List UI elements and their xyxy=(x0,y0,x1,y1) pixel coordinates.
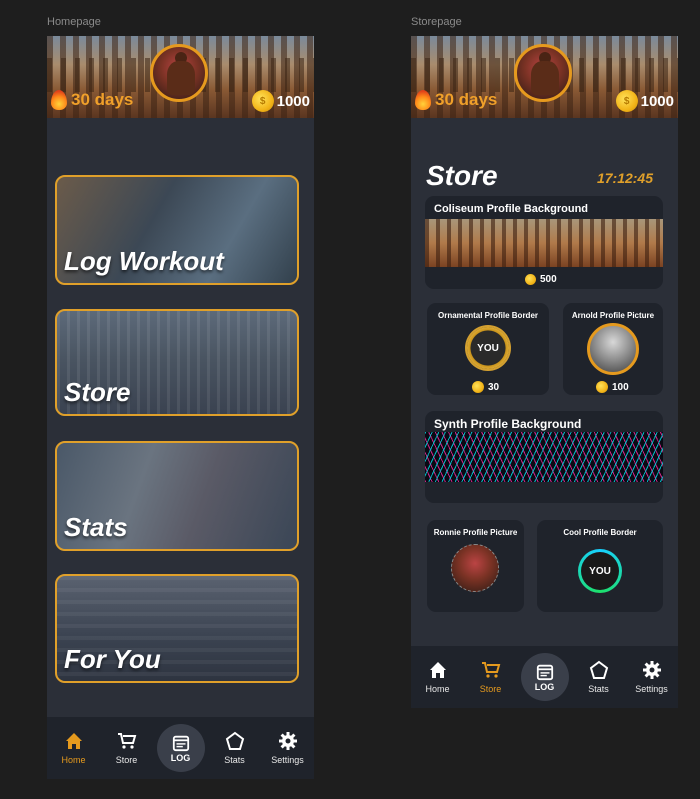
tile-label: Stats xyxy=(64,512,128,542)
log-workout-tile[interactable]: Log Workout xyxy=(55,175,299,285)
tile-label: For You xyxy=(64,644,161,674)
store-item-synth-background[interactable]: Synth Profile Background xyxy=(425,411,663,503)
nav-stats[interactable]: Stats xyxy=(212,731,258,765)
item-price: 500 xyxy=(525,274,557,285)
gear-icon xyxy=(278,732,297,750)
nav-stats-label: Stats xyxy=(588,684,609,694)
streak-counter: 30 days xyxy=(51,90,133,110)
coin-icon: $ xyxy=(615,90,638,112)
badge-text: YOU xyxy=(477,342,499,354)
homepage-screen: 30 days $ 1000 Log Workout Store Stats F… xyxy=(47,36,314,779)
item-title: Ronnie Profile Picture xyxy=(433,528,518,537)
coin-balance: $ 1000 xyxy=(615,90,674,112)
coin-amount: 1000 xyxy=(640,92,674,110)
coin-icon xyxy=(472,381,484,393)
nav-store-label: Store xyxy=(115,755,138,765)
cool-border-preview: YOU xyxy=(578,549,622,593)
ornamental-border-preview: YOU xyxy=(467,327,509,369)
item-price: 100 xyxy=(596,381,629,393)
store-item-arnold-picture[interactable]: Arnold Profile Picture 100 xyxy=(563,303,663,395)
streak-counter: 30 days xyxy=(415,90,497,110)
cart-icon xyxy=(481,662,500,678)
streak-text: 30 days xyxy=(435,90,498,109)
item-title: Arnold Profile Picture xyxy=(571,311,655,320)
for-you-tile[interactable]: For You xyxy=(55,574,299,683)
pentagon-icon xyxy=(589,660,608,679)
coin-icon xyxy=(596,381,608,393)
store-item-coliseum-background[interactable]: Coliseum Profile Background 500 xyxy=(425,196,663,289)
store-refresh-timer: 17:12:45 xyxy=(596,170,653,186)
nav-log-label: LOG xyxy=(170,752,191,763)
storepage-screen: 30 days $ 1000 Store 17:12:45 Coliseum P… xyxy=(411,36,678,708)
home-icon xyxy=(65,733,82,749)
store-item-ornamental-border[interactable]: Ornamental Profile Border YOU 30 xyxy=(427,303,549,395)
item-title: Synth Profile Background xyxy=(434,417,582,431)
nav-stats-label: Stats xyxy=(224,755,245,765)
coin-icon: $ xyxy=(251,90,274,112)
stats-tile[interactable]: Stats xyxy=(55,441,299,551)
nav-store[interactable]: Store xyxy=(104,731,150,765)
nav-store[interactable]: Store xyxy=(468,660,514,694)
store-item-cool-border[interactable]: Cool Profile Border YOU xyxy=(537,520,663,612)
storepage-frame-label: Storepage xyxy=(411,16,462,28)
nav-home[interactable]: Home xyxy=(415,660,461,694)
arnold-avatar-preview xyxy=(587,323,639,375)
item-title: Coliseum Profile Background xyxy=(434,203,589,215)
header-banner: 30 days $ 1000 xyxy=(411,36,678,118)
nav-log-button[interactable]: LOG xyxy=(520,653,569,701)
nav-stats[interactable]: Stats xyxy=(576,660,622,694)
tile-label: Log Workout xyxy=(64,246,224,276)
bottom-nav: Home Store LOG Stats Settings xyxy=(411,646,678,708)
coin-icon xyxy=(525,274,536,285)
store-tile[interactable]: Store xyxy=(55,309,299,416)
nav-settings-label: Settings xyxy=(271,755,304,765)
nav-settings[interactable]: Settings xyxy=(265,731,311,765)
profile-avatar[interactable] xyxy=(150,44,208,102)
coliseum-preview-image xyxy=(425,219,663,267)
home-icon xyxy=(429,662,446,678)
nav-store-label: Store xyxy=(479,684,502,694)
tile-label: Store xyxy=(64,377,131,407)
coin-balance: $ 1000 xyxy=(251,90,310,112)
ronnie-avatar-preview xyxy=(451,544,499,592)
bottom-nav: Home Store LOG Stats Settings xyxy=(47,717,314,779)
item-price-value: 500 xyxy=(540,274,557,285)
gear-icon xyxy=(642,661,661,679)
nav-home-label: Home xyxy=(425,684,450,694)
store-item-ronnie-picture[interactable]: Ronnie Profile Picture xyxy=(427,520,524,612)
synth-preview-image xyxy=(425,432,663,482)
item-price: 30 xyxy=(472,381,499,393)
item-price-value: 30 xyxy=(488,381,500,393)
profile-avatar[interactable] xyxy=(514,44,572,102)
store-title: Store xyxy=(426,160,498,191)
nav-settings-label: Settings xyxy=(635,684,668,694)
item-title: Ornamental Profile Border xyxy=(437,311,539,320)
nav-home-label: Home xyxy=(61,755,86,765)
badge-text: YOU xyxy=(589,565,611,577)
homepage-frame-label: Homepage xyxy=(47,16,101,28)
nav-log-label: LOG xyxy=(534,681,555,692)
coin-amount: 1000 xyxy=(276,92,310,110)
calendar-icon xyxy=(172,735,189,751)
calendar-icon xyxy=(536,664,553,680)
header-banner: 30 days $ 1000 xyxy=(47,36,314,118)
item-title: Cool Profile Border xyxy=(563,528,637,537)
item-price-value: 100 xyxy=(612,381,629,393)
nav-log-button[interactable]: LOG xyxy=(156,724,205,772)
streak-text: 30 days xyxy=(71,90,134,109)
cart-icon xyxy=(117,733,136,749)
nav-home[interactable]: Home xyxy=(51,731,97,765)
flame-icon xyxy=(415,90,431,110)
nav-settings[interactable]: Settings xyxy=(629,660,675,694)
flame-icon xyxy=(51,90,67,110)
pentagon-icon xyxy=(225,731,244,750)
